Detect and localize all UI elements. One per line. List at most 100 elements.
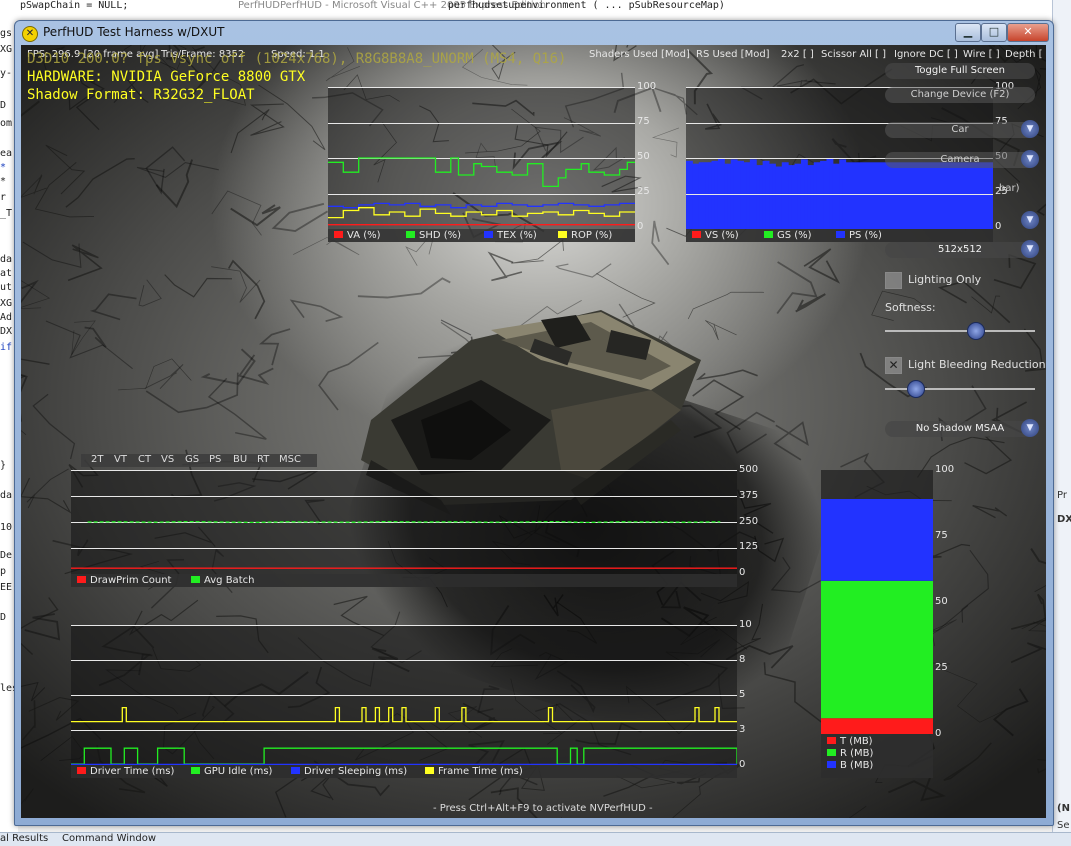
ground-crack bbox=[289, 299, 344, 322]
perfhud-tab-2t[interactable]: 2T bbox=[91, 454, 103, 465]
ground-crack bbox=[45, 144, 86, 195]
legend-label: R (MB) bbox=[840, 748, 874, 759]
ground-crack bbox=[848, 805, 867, 818]
change-device-button[interactable]: Change Device (F2) bbox=[885, 87, 1035, 103]
camera-dropdown-arrow-icon[interactable]: ▼ bbox=[1021, 150, 1039, 168]
perfhud-tab-vt[interactable]: VT bbox=[114, 454, 127, 465]
title-bar[interactable]: ✕ PerfHUD Test Harness w/DXUT ▁ □ ✕ bbox=[15, 21, 1053, 45]
series-ps-bar bbox=[695, 163, 700, 229]
series-ps-bar bbox=[794, 163, 799, 229]
toggle-scissor-all[interactable]: Scissor All [ ] bbox=[821, 49, 886, 60]
series-shd-line bbox=[328, 157, 635, 188]
batch-plot bbox=[71, 470, 737, 569]
unit-tick-label: 25 bbox=[637, 186, 650, 197]
legend-swatch-gpu-idle bbox=[191, 767, 200, 774]
toggle-rs-used[interactable]: RS Used [Mod] bbox=[696, 49, 770, 60]
light-bleeding-slider-knob[interactable] bbox=[907, 380, 925, 398]
batch-graph-legend: DrawPrim Count Avg Batch bbox=[71, 574, 737, 587]
perfhud-tab-msc[interactable]: MSC bbox=[279, 454, 301, 465]
ground-crack bbox=[237, 354, 274, 386]
series-ps-bar bbox=[797, 163, 802, 229]
ide-right-panel: Pr DX (N Se bbox=[1052, 0, 1071, 845]
memory-stack-plot bbox=[821, 499, 933, 734]
unit-utilization-graph: VA (%) SHD (%) TEX (%) ROP (%) bbox=[328, 87, 635, 242]
ground-crack bbox=[32, 393, 76, 460]
toggle-2x2[interactable]: 2x2 [ ] bbox=[781, 49, 814, 60]
ground-crack bbox=[888, 777, 946, 802]
unit-utilization-plot bbox=[328, 87, 635, 226]
ground-crack bbox=[487, 251, 523, 282]
time-tick-label: 10 bbox=[739, 619, 752, 630]
legend-label: B (MB) bbox=[840, 760, 874, 771]
perfhud-tab-ct[interactable]: CT bbox=[138, 454, 151, 465]
perfhud-tab-vs[interactable]: VS bbox=[161, 454, 174, 465]
time-tick-label: 8 bbox=[739, 654, 746, 665]
technique-dropdown-arrow-icon[interactable]: ▼ bbox=[1021, 211, 1039, 229]
device-info-ghost-text: D3D10 200.0? fps Vsync off (1024x768), R… bbox=[27, 51, 567, 67]
legend-swatch-shd bbox=[406, 231, 415, 238]
ground-crack bbox=[21, 279, 39, 304]
shadow-msaa-dropdown[interactable]: No Shadow MSAA bbox=[885, 421, 1035, 437]
ground-crack bbox=[1030, 548, 1046, 565]
close-button[interactable]: ✕ bbox=[1007, 23, 1049, 42]
ground-crack bbox=[138, 279, 162, 307]
ground-crack bbox=[21, 174, 47, 198]
shadow-map-size-dropdown[interactable]: 512x512 bbox=[885, 242, 1035, 258]
softness-slider-knob[interactable] bbox=[967, 322, 985, 340]
legend-label: T (MB) bbox=[840, 736, 873, 747]
camera-dropdown[interactable]: Camera bbox=[885, 152, 1035, 168]
ide-right-frag: Se bbox=[1057, 820, 1070, 831]
series-ps-bar bbox=[698, 162, 703, 229]
perfhud-tab-rt[interactable]: RT bbox=[257, 454, 269, 465]
perfhud-tab-ps[interactable]: PS bbox=[209, 454, 221, 465]
car-dropdown-arrow-icon[interactable]: ▼ bbox=[1021, 120, 1039, 138]
perfhud-tab-gs[interactable]: GS bbox=[185, 454, 199, 465]
ide-code-fragment: XG bbox=[0, 298, 13, 309]
legend-label: Driver Sleeping (ms) bbox=[304, 766, 408, 777]
ide-code-fragment: p bbox=[0, 566, 7, 577]
ide-code-fragment: } bbox=[0, 460, 7, 471]
timing-graph-legend: Driver Time (ms) GPU Idle (ms) Driver Sl… bbox=[71, 765, 737, 778]
shadow-msaa-dropdown-arrow-icon[interactable]: ▼ bbox=[1021, 419, 1039, 437]
car-dropdown[interactable]: Car bbox=[885, 122, 1035, 138]
series-ps-bar bbox=[746, 162, 751, 229]
legend-label: TEX (%) bbox=[497, 230, 537, 241]
ground-crack bbox=[211, 266, 261, 303]
ground-crack bbox=[1037, 758, 1046, 774]
perfhud-tab-bu[interactable]: BU bbox=[233, 454, 247, 465]
unit-graph-legend: VA (%) SHD (%) TEX (%) ROP (%) bbox=[328, 229, 635, 242]
memory-bar-graph bbox=[821, 470, 933, 734]
series-ps-bar bbox=[816, 162, 821, 229]
series-ps-bar bbox=[829, 158, 834, 229]
ide-code-fragment: XG bbox=[0, 44, 13, 55]
minimize-button[interactable]: ▁ bbox=[955, 23, 981, 42]
series-ps-bar bbox=[743, 162, 748, 229]
legend-swatch-va bbox=[334, 231, 343, 238]
toggle-wire[interactable]: Wire [ ] bbox=[963, 49, 1000, 60]
ide-code-fragment: * bbox=[0, 176, 7, 187]
ide-tab-command-window[interactable]: Command Window bbox=[62, 833, 156, 844]
render-viewport[interactable]: FPS: 296.9 [20 frame avg] Tris/Frame: 83… bbox=[21, 45, 1046, 818]
maximize-button[interactable]: □ bbox=[981, 23, 1007, 42]
ground-crack bbox=[972, 504, 1008, 519]
lighting-only-checkbox[interactable] bbox=[885, 272, 902, 289]
toggle-ignore-dc[interactable]: Ignore DC [ ] bbox=[894, 49, 958, 60]
softness-slider-track[interactable] bbox=[885, 330, 1035, 332]
legend-label: VA (%) bbox=[347, 230, 381, 241]
batch-tick-label: 125 bbox=[739, 541, 759, 552]
toggle-shaders-used[interactable]: Shaders Used [Mod] bbox=[589, 49, 690, 60]
light-bleeding-checkbox[interactable]: ✕ bbox=[885, 357, 902, 374]
legend-swatch-gs bbox=[764, 231, 773, 238]
map-size-dropdown-arrow-icon[interactable]: ▼ bbox=[1021, 240, 1039, 258]
ground-crack bbox=[230, 204, 281, 227]
memory-segment-b bbox=[821, 499, 933, 581]
toggle-depth[interactable]: Depth [ ] bbox=[1005, 49, 1046, 60]
legend-item: ROP (%) bbox=[558, 230, 612, 241]
legend-item: TEX (%) bbox=[484, 230, 537, 241]
series-ps-bar bbox=[701, 162, 706, 229]
series-ps-bar bbox=[836, 163, 840, 229]
toggle-full-screen-button[interactable]: Toggle Full Screen bbox=[885, 63, 1035, 79]
series-gpu-idle-line bbox=[71, 747, 737, 765]
ide-tab-results[interactable]: al Results bbox=[0, 833, 48, 844]
ide-code-fragment: DX bbox=[0, 326, 13, 337]
